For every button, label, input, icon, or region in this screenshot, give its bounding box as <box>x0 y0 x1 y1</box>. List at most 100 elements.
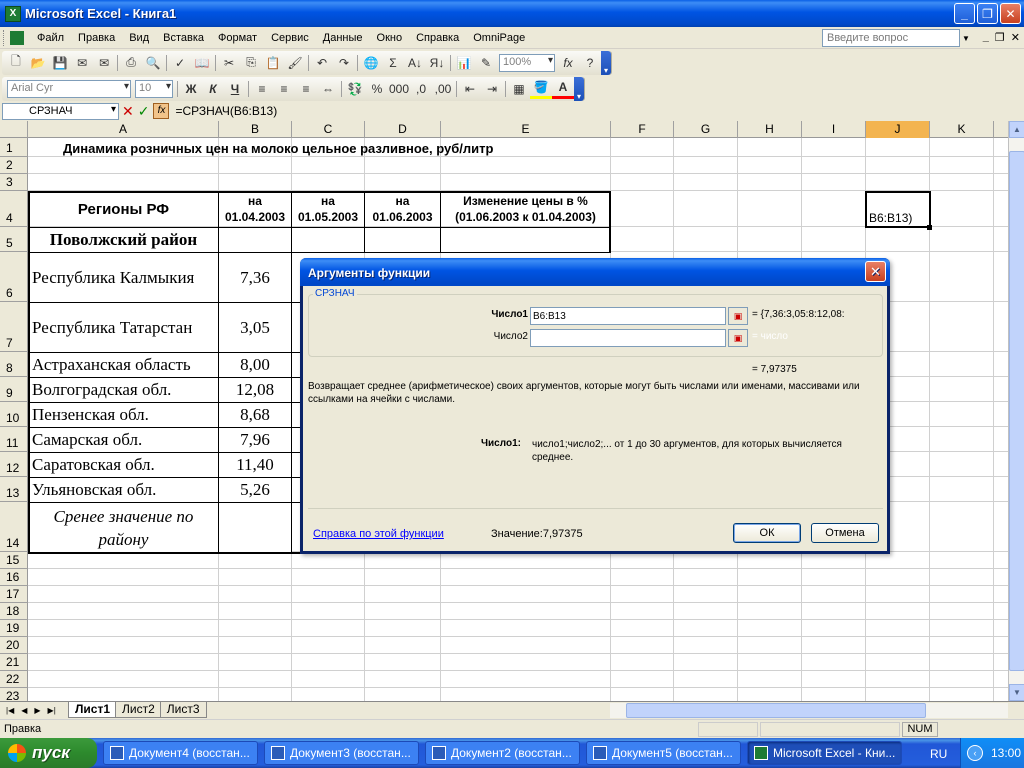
save-icon[interactable]: 💾 <box>49 53 71 73</box>
sort-asc-icon[interactable]: A↓ <box>404 53 426 73</box>
next-sheet-icon[interactable]: ▶ <box>34 706 40 715</box>
copy-icon[interactable]: ⎘ <box>240 53 262 73</box>
close-button[interactable]: ✕ <box>1000 3 1021 24</box>
insert-function-icon[interactable]: fx <box>153 103 170 119</box>
tray-expand-icon[interactable]: ‹ <box>967 745 983 761</box>
menu-insert[interactable]: Вставка <box>156 32 211 44</box>
table-title[interactable]: Динамика розничных цен на молоко цельное… <box>60 139 600 157</box>
print-preview-icon[interactable]: 🔍 <box>142 53 164 73</box>
row-header-23[interactable]: 23 <box>0 688 28 701</box>
row-header-22[interactable]: 22 <box>0 671 28 688</box>
menu-grip[interactable] <box>3 29 6 46</box>
column-header-k[interactable]: K <box>930 121 994 138</box>
row-header-16[interactable]: 16 <box>0 569 28 586</box>
comma-style-icon[interactable]: 000 <box>388 79 410 99</box>
row-header-8[interactable]: 8 <box>0 352 28 377</box>
align-right-icon[interactable]: ≡ <box>295 79 317 99</box>
doc-minimize-icon[interactable]: _ <box>983 31 989 44</box>
header-date-3[interactable]: на 01.06.2003 <box>365 192 440 226</box>
percent-icon[interactable]: % <box>366 79 388 99</box>
region-name[interactable]: Астраханская область <box>29 353 218 377</box>
row-header-6[interactable]: 6 <box>0 252 28 302</box>
arg2-input[interactable] <box>530 329 726 347</box>
row-header-17[interactable]: 17 <box>0 586 28 603</box>
help-icon[interactable]: ? <box>579 53 601 73</box>
help-dropdown-icon[interactable]: ▼ <box>959 29 972 47</box>
price-value[interactable]: 5,26 <box>219 478 291 502</box>
hyperlink-icon[interactable]: 🌐 <box>360 53 382 73</box>
row-header-10[interactable]: 10 <box>0 402 28 427</box>
price-value[interactable]: 8,00 <box>219 353 291 377</box>
underline-button[interactable]: Ч <box>224 79 246 99</box>
vertical-scroll-thumb[interactable] <box>1009 151 1024 671</box>
price-value[interactable]: 11,40 <box>219 453 291 477</box>
active-cell-j4[interactable]: В6:В13) <box>865 191 931 228</box>
new-icon[interactable]: 🗋 <box>5 53 27 73</box>
excel-app-icon[interactable]: X <box>5 5 21 22</box>
italic-button[interactable]: К <box>202 79 224 99</box>
doc-restore-icon[interactable]: ❐ <box>995 31 1005 44</box>
chart-wizard-icon[interactable]: 📊 <box>453 53 475 73</box>
row-header-7[interactable]: 7 <box>0 302 28 352</box>
font-size-select[interactable]: 10 <box>135 79 173 98</box>
autosum-icon[interactable]: Σ <box>382 53 404 73</box>
taskbar-button-4[interactable]: Документ5 (восстан... <box>586 741 741 765</box>
dialog-title-bar[interactable]: Аргументы функции ✕ <box>300 258 890 286</box>
decrease-decimal-icon[interactable]: ,00 <box>432 79 454 99</box>
ok-button[interactable]: ОК <box>733 523 801 543</box>
price-value[interactable]: 8,68 <box>219 403 291 427</box>
redo-icon[interactable]: ↷ <box>333 53 355 73</box>
taskbar-button-5[interactable]: Microsoft Excel - Кни... <box>747 741 902 765</box>
currency-icon[interactable]: 💱 <box>344 79 366 99</box>
paste-icon[interactable]: 📋 <box>262 53 284 73</box>
column-header-c[interactable]: C <box>292 121 365 138</box>
merge-center-icon[interactable]: ⇔ <box>317 79 339 99</box>
horizontal-scroll-thumb[interactable] <box>626 703 926 718</box>
header-date-1[interactable]: на 01.04.2003 <box>219 192 291 226</box>
function-help-link[interactable]: Справка по этой функции <box>313 528 444 540</box>
menu-omnipage[interactable]: OmniPage <box>466 32 532 44</box>
cancel-edit-icon[interactable]: ✕ <box>122 103 134 120</box>
row-header-15[interactable]: 15 <box>0 552 28 569</box>
column-header-i[interactable]: I <box>802 121 866 138</box>
price-value[interactable]: 7,96 <box>219 428 291 452</box>
region-name[interactable]: Пензенская обл. <box>29 403 218 427</box>
email-icon[interactable]: ✉ <box>93 53 115 73</box>
zoom-select[interactable]: 100% <box>499 53 555 72</box>
taskbar-button-2[interactable]: Документ3 (восстан... <box>264 741 419 765</box>
cut-icon[interactable]: ✂ <box>218 53 240 73</box>
sort-desc-icon[interactable]: Я↓ <box>426 53 448 73</box>
scroll-up-icon[interactable]: ▲ <box>1009 121 1024 138</box>
region-name[interactable]: Республика Татарстан <box>29 303 218 352</box>
menu-window[interactable]: Окно <box>370 32 410 44</box>
region-name[interactable]: Самарская обл. <box>29 428 218 452</box>
toolbar-options-icon[interactable]: ▾ <box>601 50 611 75</box>
row-header-9[interactable]: 9 <box>0 377 28 402</box>
cell-c5[interactable] <box>292 228 364 252</box>
column-header-b[interactable]: B <box>219 121 292 138</box>
spelling-icon[interactable]: ✓ <box>169 53 191 73</box>
research-icon[interactable]: 📖 <box>191 53 213 73</box>
function-icon[interactable]: fx <box>557 53 579 73</box>
restore-button[interactable]: ❐ <box>977 3 998 24</box>
column-header-j[interactable]: J <box>866 121 930 138</box>
drawing-icon[interactable]: ✎ <box>475 53 497 73</box>
fill-color-icon[interactable]: 🪣 <box>530 79 552 99</box>
header-date-2[interactable]: на 01.05.2003 <box>292 192 364 226</box>
row-header-18[interactable]: 18 <box>0 603 28 620</box>
row-header-3[interactable]: 3 <box>0 174 28 191</box>
header-region[interactable]: Регионы РФ <box>29 192 218 226</box>
last-sheet-icon[interactable]: ▶| <box>48 706 56 715</box>
minimize-button[interactable]: _ <box>954 3 975 24</box>
sheet-tab-3[interactable]: Лист3 <box>159 702 207 718</box>
decrease-indent-icon[interactable]: ⇤ <box>459 79 481 99</box>
print-icon[interactable]: ⎙ <box>120 53 142 73</box>
sheet-tab-1[interactable]: Лист1 <box>68 702 118 718</box>
horizontal-scrollbar[interactable] <box>610 703 1008 718</box>
font-color-icon[interactable]: A <box>552 79 574 99</box>
column-header-f[interactable]: F <box>611 121 674 138</box>
prev-sheet-icon[interactable]: ◀ <box>21 706 27 715</box>
fill-handle[interactable] <box>927 225 932 230</box>
clock[interactable]: 13:00 <box>991 746 1021 760</box>
first-sheet-icon[interactable]: |◀ <box>6 706 14 715</box>
